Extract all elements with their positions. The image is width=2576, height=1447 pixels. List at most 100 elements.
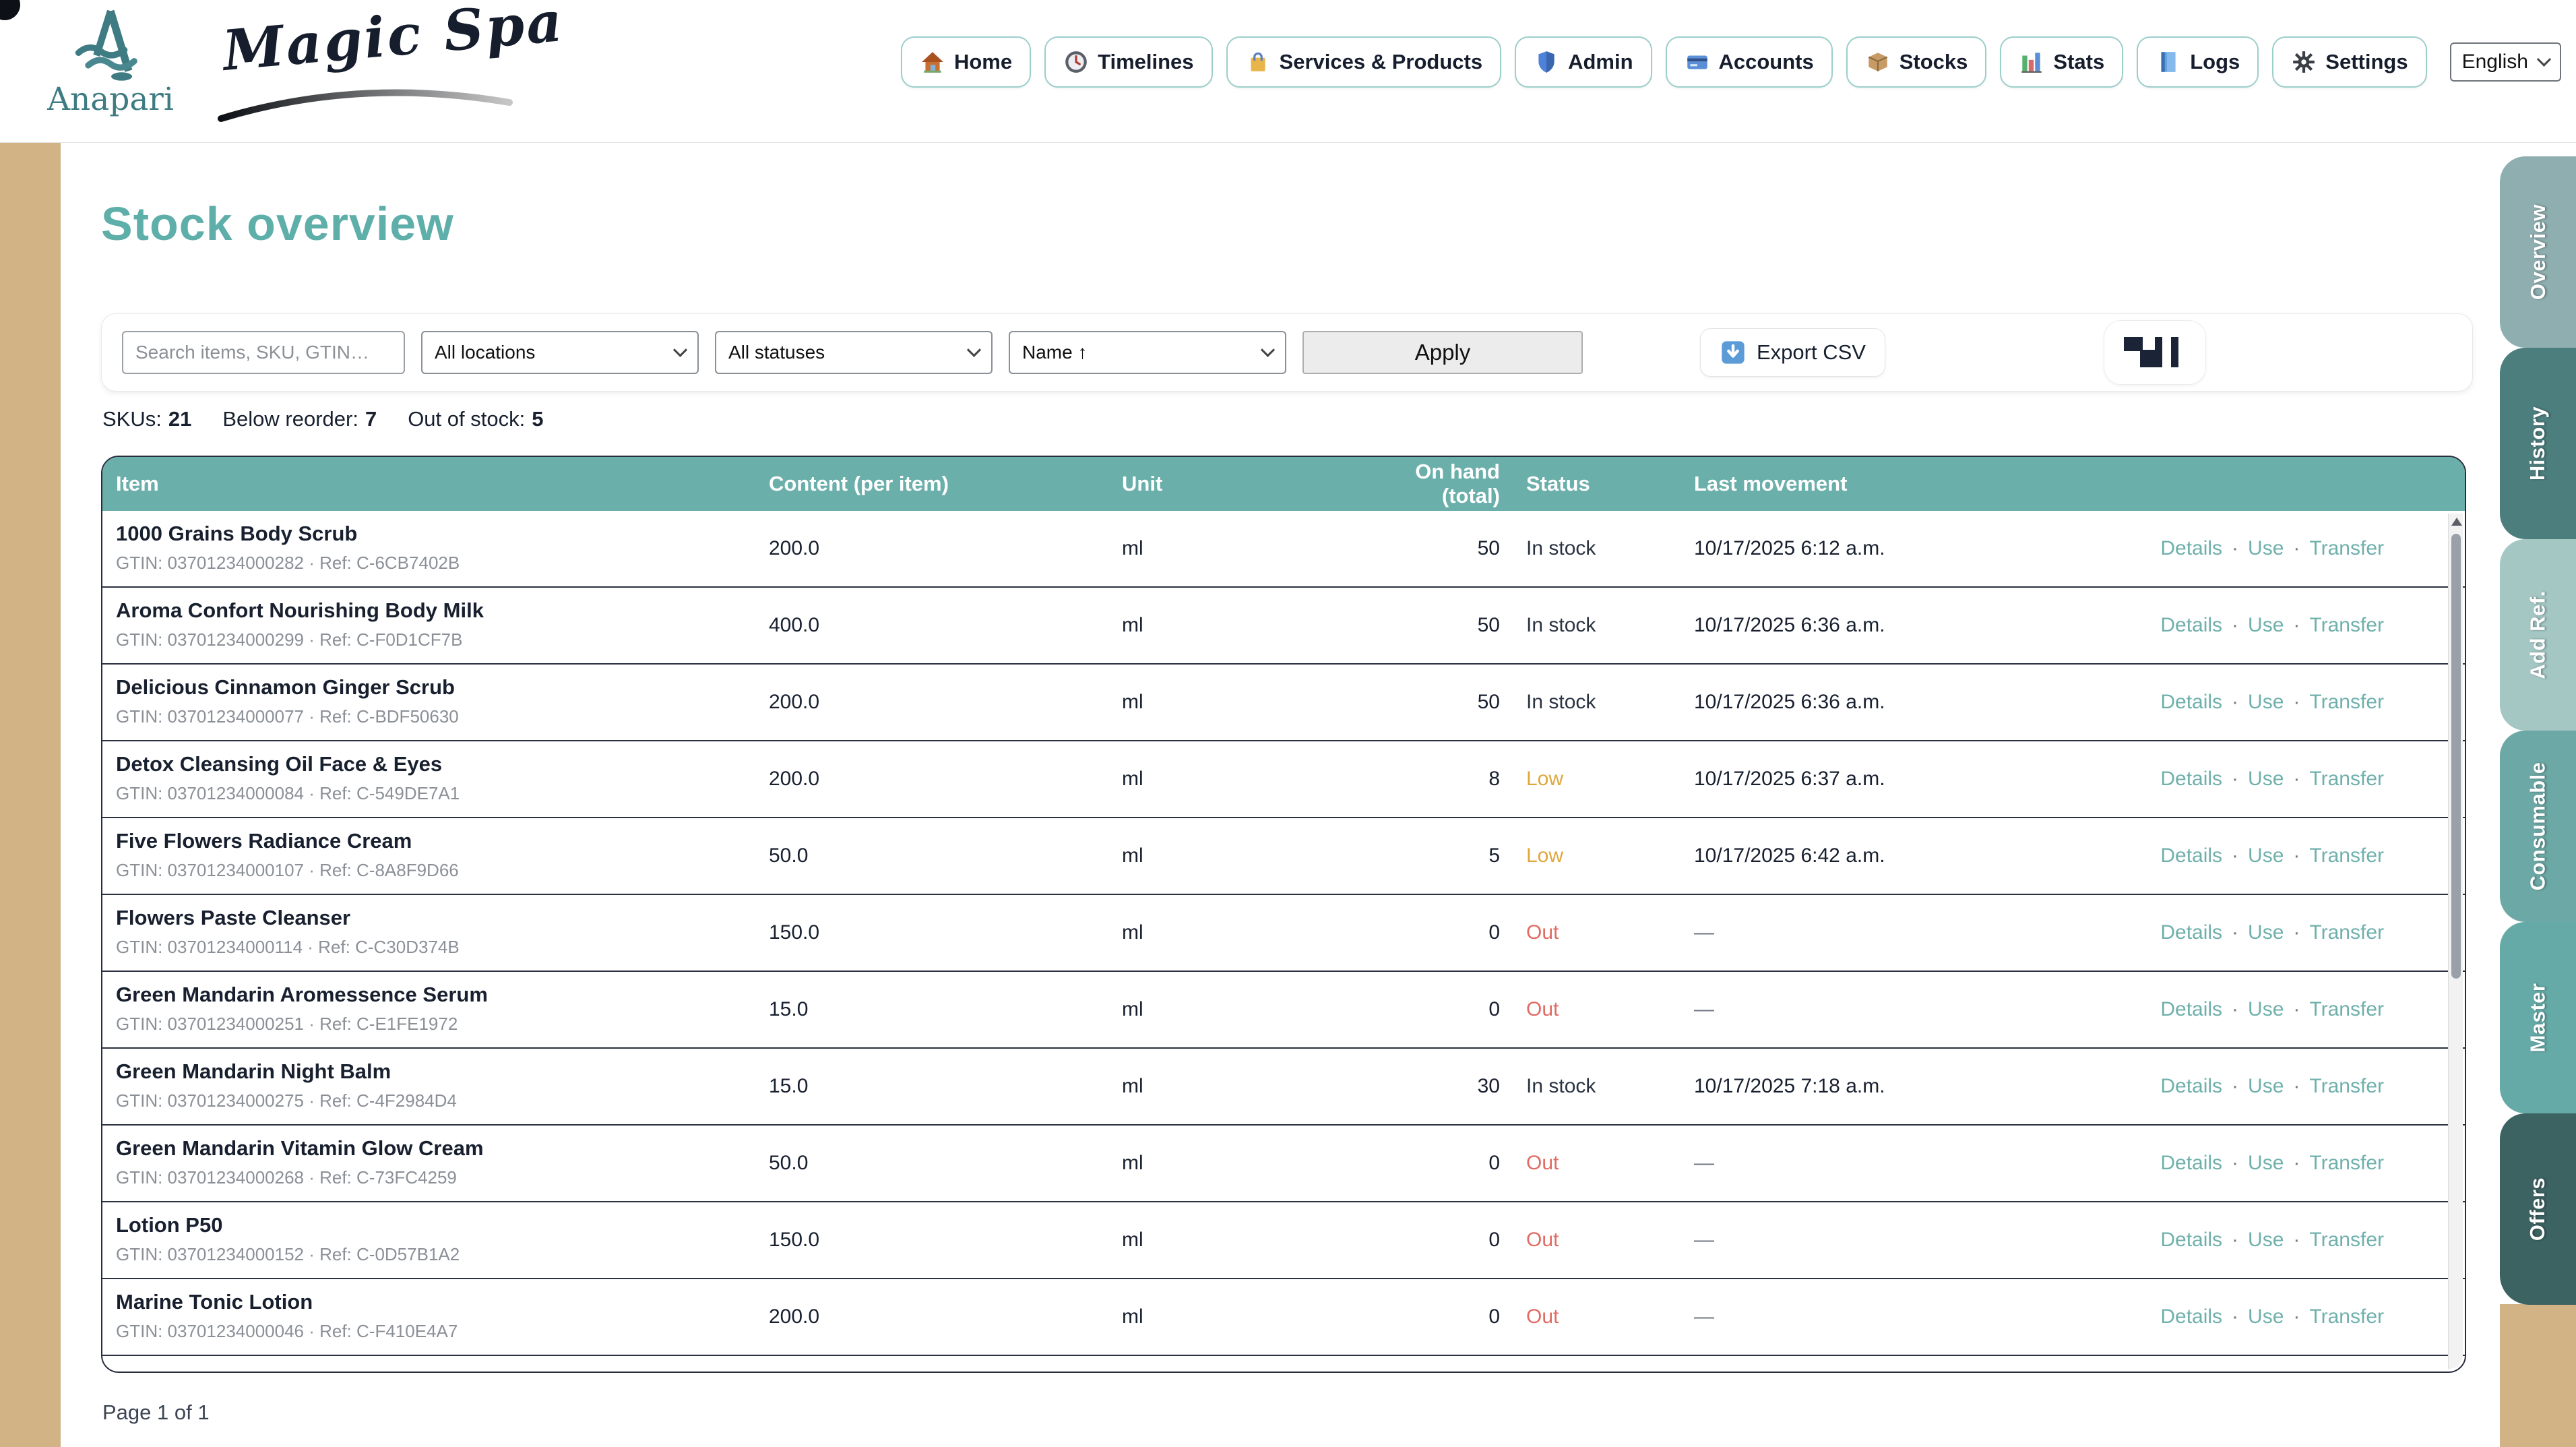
language-select[interactable]: English xyxy=(2450,42,2561,82)
details-link[interactable]: Details xyxy=(2160,768,2222,790)
export-csv-label: Export CSV xyxy=(1757,340,1866,365)
table-row: Delicious Cinnamon Ginger ScrubGTIN: 037… xyxy=(102,665,2465,741)
table-row: Flowers Paste CleanserGTIN: 037012340001… xyxy=(102,895,2465,972)
home-icon xyxy=(920,49,945,75)
location-select[interactable]: All locations xyxy=(421,331,699,374)
transfer-link[interactable]: Transfer xyxy=(2309,1229,2384,1251)
details-link[interactable]: Details xyxy=(2160,1075,2222,1097)
nav-button-accounts[interactable]: Accounts xyxy=(1666,36,1833,88)
table-scrollbar[interactable] xyxy=(2448,514,2463,1369)
cell-unit: ml xyxy=(1122,998,1364,1021)
anapari-logo-icon xyxy=(69,7,152,85)
details-link[interactable]: Details xyxy=(2160,1229,2222,1251)
nav-button-admin[interactable]: Admin xyxy=(1515,36,1652,88)
use-link[interactable]: Use xyxy=(2248,768,2284,790)
details-link[interactable]: Details xyxy=(2160,998,2222,1020)
use-link[interactable]: Use xyxy=(2248,998,2284,1020)
item-gtin-ref: GTIN: 03701234000268 · Ref: C-73FC4259 xyxy=(116,1167,769,1188)
item-name: Green Mandarin Aromessence Serum xyxy=(116,983,769,1007)
transfer-link[interactable]: Transfer xyxy=(2309,1152,2384,1174)
nav-button-home[interactable]: Home xyxy=(901,36,1031,88)
use-link[interactable]: Use xyxy=(2248,537,2284,559)
row-actions: Details·Use·Transfer xyxy=(2071,691,2465,714)
side-tab-overview[interactable]: Overview xyxy=(2500,156,2576,348)
side-tab-consumable[interactable]: Consumable xyxy=(2500,731,2576,922)
transfer-link[interactable]: Transfer xyxy=(2309,768,2384,790)
cell-last-movement: 10/17/2025 7:18 a.m. xyxy=(1694,1075,2071,1098)
transfer-link[interactable]: Transfer xyxy=(2309,691,2384,713)
nav-button-label: Services & Products xyxy=(1280,50,1483,74)
details-link[interactable]: Details xyxy=(2160,1305,2222,1328)
cell-content-per-item: 15.0 xyxy=(769,1075,1122,1098)
action-separator: · xyxy=(2232,998,2238,1020)
side-tab-offers[interactable]: Offers xyxy=(2500,1113,2576,1305)
details-link[interactable]: Details xyxy=(2160,691,2222,713)
cell-content-per-item: 150.0 xyxy=(769,1229,1122,1252)
use-link[interactable]: Use xyxy=(2248,1229,2284,1251)
transfer-link[interactable]: Transfer xyxy=(2309,844,2384,867)
nav-button-label: Stocks xyxy=(1899,50,1968,74)
item-name: Aroma Confort Nourishing Body Milk xyxy=(116,598,769,623)
use-link[interactable]: Use xyxy=(2248,1075,2284,1097)
cell-last-movement: — xyxy=(1694,921,2071,944)
use-link[interactable]: Use xyxy=(2248,1152,2284,1174)
action-separator: · xyxy=(2232,1305,2238,1328)
use-link[interactable]: Use xyxy=(2248,614,2284,636)
transfer-link[interactable]: Transfer xyxy=(2309,614,2384,636)
nav-button-services-products[interactable]: Services & Products xyxy=(1226,36,1502,88)
column-header: Last movement xyxy=(1694,472,2071,496)
search-input[interactable] xyxy=(122,331,405,374)
column-header: Content (per item) xyxy=(769,472,1122,496)
details-link[interactable]: Details xyxy=(2160,614,2222,636)
status-select[interactable]: All statuses xyxy=(715,331,993,374)
transfer-link[interactable]: Transfer xyxy=(2309,1305,2384,1328)
chevron-down-icon xyxy=(1261,342,1275,357)
cell-on-hand: 50 xyxy=(1364,691,1500,714)
sort-select[interactable]: Name ↑ xyxy=(1009,331,1286,374)
status-badge: In stock xyxy=(1500,614,1694,637)
use-link[interactable]: Use xyxy=(2248,844,2284,867)
cell-unit: ml xyxy=(1122,537,1364,560)
barcode-icon xyxy=(2123,333,2187,372)
nav-button-stats[interactable]: Stats xyxy=(2000,36,2123,88)
nav-button-settings[interactable]: Settings xyxy=(2272,36,2426,88)
item-name: Five Flowers Radiance Cream xyxy=(116,829,769,853)
nav-button-stocks[interactable]: Stocks xyxy=(1846,36,1987,88)
nav-button-logs[interactable]: Logs xyxy=(2137,36,2259,88)
side-tab-add-ref[interactable]: Add Ref. xyxy=(2500,539,2576,731)
details-link[interactable]: Details xyxy=(2160,537,2222,559)
swoosh-underline xyxy=(217,82,513,125)
action-separator: · xyxy=(2293,921,2300,944)
transfer-link[interactable]: Transfer xyxy=(2309,921,2384,944)
nav-button-label: Logs xyxy=(2190,50,2240,74)
cell-last-movement: 10/17/2025 6:12 a.m. xyxy=(1694,537,2071,560)
scroll-up-icon[interactable] xyxy=(2451,518,2462,526)
apply-button[interactable]: Apply xyxy=(1302,331,1583,374)
details-link[interactable]: Details xyxy=(2160,1152,2222,1174)
item-gtin-ref: GTIN: 03701234000282 · Ref: C-6CB7402B xyxy=(116,553,769,574)
use-link[interactable]: Use xyxy=(2248,1305,2284,1328)
cell-content-per-item: 150.0 xyxy=(769,921,1122,944)
export-csv-button[interactable]: Export CSV xyxy=(1700,328,1885,377)
scrollbar-thumb[interactable] xyxy=(2451,534,2461,979)
transfer-link[interactable]: Transfer xyxy=(2309,537,2384,559)
chevron-down-icon xyxy=(673,342,687,357)
action-separator: · xyxy=(2232,614,2238,636)
transfer-link[interactable]: Transfer xyxy=(2309,998,2384,1020)
details-link[interactable]: Details xyxy=(2160,921,2222,944)
details-link[interactable]: Details xyxy=(2160,844,2222,867)
use-link[interactable]: Use xyxy=(2248,921,2284,944)
cell-on-hand: 0 xyxy=(1364,1229,1500,1252)
anapari-logo[interactable]: Anapari xyxy=(43,7,178,118)
column-header: Unit xyxy=(1122,472,1364,496)
side-tab-master[interactable]: Master xyxy=(2500,922,2576,1113)
side-tab-history[interactable]: History xyxy=(2500,348,2576,539)
nav-button-label: Accounts xyxy=(1719,50,1814,74)
action-separator: · xyxy=(2232,1152,2238,1174)
nav-button-timelines[interactable]: Timelines xyxy=(1044,36,1212,88)
barcode-scan-button[interactable] xyxy=(2104,320,2206,385)
nav-button-label: Timelines xyxy=(1098,50,1193,74)
use-link[interactable]: Use xyxy=(2248,691,2284,713)
transfer-link[interactable]: Transfer xyxy=(2309,1075,2384,1097)
row-actions: Details·Use·Transfer xyxy=(2071,844,2465,867)
